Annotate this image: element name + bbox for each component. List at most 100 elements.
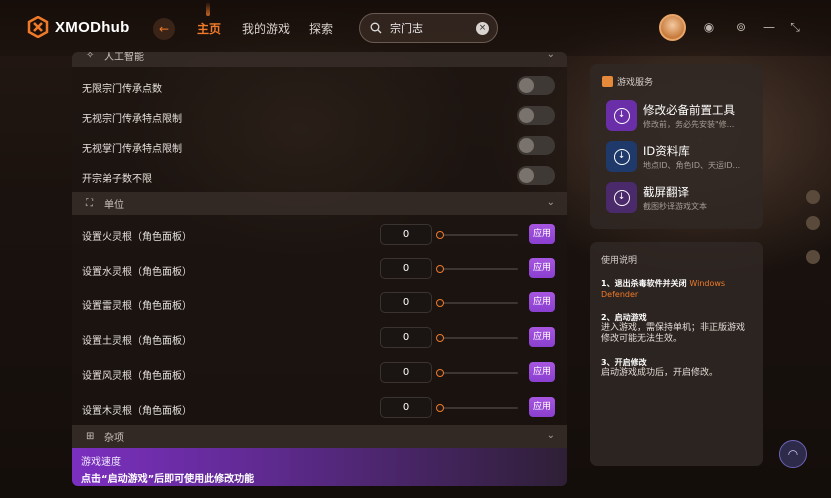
top-bar: XMODhub ← 主页 我的游戏 探索 × ◉ ⊚ — ⤡ <box>0 0 831 56</box>
apply-button[interactable]: 应用 <box>529 327 555 347</box>
section-ai-header[interactable]: ✧ 人工智能 ⌄ <box>72 52 567 67</box>
search-bar: × <box>359 13 498 43</box>
slider-thumb[interactable] <box>436 334 444 342</box>
section-unit-header[interactable]: ⛶ 单位 ⌄ <box>72 192 567 215</box>
service-item-prereq[interactable]: ↓ 修改必备前置工具 修改前，务必先安装"修... <box>606 100 756 132</box>
step-title: 1、退出杀毒软件并关闭 Windows Defender <box>601 278 752 300</box>
tab-my-games[interactable]: 我的游戏 <box>242 20 290 37</box>
app-name: XMODhub <box>55 18 130 36</box>
toggle-switch[interactable] <box>517 136 555 155</box>
notification-icon[interactable]: ◉ <box>702 20 716 34</box>
service-name: 截屏翻译 <box>643 185 689 199</box>
game-speed-banner: 游戏速度 点击“启动游戏”后即可使用此修改功能 <box>72 448 567 486</box>
value-slider[interactable] <box>436 368 518 378</box>
toggle-switch[interactable] <box>517 166 555 185</box>
service-item-screenshot-translate[interactable]: ↓ 截屏翻译 截图秒译游戏文本 <box>606 182 756 214</box>
apply-button[interactable]: 应用 <box>529 292 555 312</box>
value-input[interactable]: 0 <box>380 397 432 418</box>
slider-thumb[interactable] <box>436 404 444 412</box>
toggle-switch[interactable] <box>517 76 555 95</box>
value-input[interactable]: 0 <box>380 362 432 383</box>
value-input[interactable]: 0 <box>380 224 432 245</box>
services-title-label: 游戏服务 <box>617 78 654 88</box>
apply-button[interactable]: 应用 <box>529 258 555 278</box>
chevron-down-icon: ⌄ <box>546 52 555 60</box>
chevron-down-icon: ⌄ <box>546 430 555 441</box>
tab-home[interactable]: 主页 <box>197 20 221 37</box>
slider-label: 设置火灵根（角色面板） <box>82 232 192 243</box>
section-unit-label: 单位 <box>104 200 124 211</box>
side-character-thumb <box>806 190 820 204</box>
service-desc: 截图秒译游戏文本 <box>643 202 707 211</box>
slider-track <box>440 302 518 304</box>
slider-label: 设置风灵根（角色面板） <box>82 371 192 382</box>
service-desc: 修改前，务必先安装"修... <box>643 120 735 129</box>
usage-instructions-panel: 使用说明 1、退出杀毒软件并关闭 Windows Defender 2、启动游戏… <box>590 242 763 466</box>
step-title: 3、开启修改 <box>601 358 647 367</box>
app-logo[interactable]: XMODhub <box>27 16 130 38</box>
slider-label: 设置水灵根（角色面板） <box>82 267 192 278</box>
speed-title: 游戏速度 <box>81 457 121 468</box>
side-character-thumb <box>806 250 820 264</box>
value-slider[interactable] <box>436 333 518 343</box>
toggle-label: 无限宗门传承点数 <box>82 84 162 95</box>
search-icon <box>370 22 382 34</box>
minimize-icon[interactable]: — <box>762 20 776 34</box>
value-input[interactable]: 0 <box>380 292 432 313</box>
slider-track <box>440 372 518 374</box>
close-icon[interactable]: × <box>476 22 489 35</box>
download-icon: ↓ <box>606 182 637 213</box>
value-input[interactable]: 0 <box>380 258 432 279</box>
toggle-knob <box>519 78 534 93</box>
download-ring: ↓ <box>613 107 630 124</box>
slider-thumb[interactable] <box>436 265 444 273</box>
toggle-label: 无视宗门传承特点限制 <box>82 114 182 125</box>
step-title-text: 1、退出杀毒软件并关闭 <box>601 279 687 288</box>
download-icon: ↓ <box>606 100 637 131</box>
value-input[interactable]: 0 <box>380 327 432 348</box>
toggle-knob <box>519 108 534 123</box>
toggle-switch[interactable] <box>517 106 555 125</box>
toggle-knob <box>519 138 534 153</box>
service-item-id-db[interactable]: ↓ ID资料库 地点ID、角色ID、天运ID... <box>606 141 756 173</box>
service-name: 修改必备前置工具 <box>643 103 735 117</box>
apply-button[interactable]: 应用 <box>529 224 555 244</box>
slider-label: 设置土灵根（角色面板） <box>82 336 192 347</box>
game-services-panel: 游戏服务 ↓ 修改必备前置工具 修改前，务必先安装"修... ↓ ID资料库 地… <box>590 64 763 229</box>
service-desc: 地点ID、角色ID、天运ID... <box>643 161 741 170</box>
slider-track <box>440 234 518 236</box>
apply-button[interactable]: 应用 <box>529 397 555 417</box>
value-slider[interactable] <box>436 264 518 274</box>
usage-step: 3、开启修改 启动游戏成功后，开启修改。 <box>601 357 752 379</box>
download-icon: ↓ <box>606 141 637 172</box>
step-body: 进入游戏，需保持单机；非正版游戏修改可能无法生效。 <box>601 323 746 344</box>
apply-button[interactable]: 应用 <box>529 362 555 382</box>
slider-thumb[interactable] <box>436 299 444 307</box>
slider-track <box>440 407 518 409</box>
logo-icon <box>27 16 49 38</box>
slider-thumb[interactable] <box>436 231 444 239</box>
back-button[interactable]: ← <box>153 18 175 40</box>
value-slider[interactable] <box>436 298 518 308</box>
section-misc-header[interactable]: ⊞ 杂项 ⌄ <box>72 425 567 448</box>
settings-icon[interactable]: ⊚ <box>734 20 748 34</box>
value-slider[interactable] <box>436 403 518 413</box>
shrink-icon[interactable]: ⤡ <box>788 20 802 34</box>
usage-step: 1、退出杀毒软件并关闭 Windows Defender <box>601 278 752 300</box>
search-input[interactable] <box>390 21 472 35</box>
active-indicator <box>206 2 210 16</box>
step-title: 2、启动游戏 <box>601 313 647 322</box>
slider-track <box>440 337 518 339</box>
headset-icon[interactable]: ◠ <box>779 440 807 468</box>
usage-title: 使用说明 <box>601 256 638 266</box>
arrow-left-icon: ← <box>158 22 170 36</box>
avatar[interactable] <box>659 14 686 41</box>
slider-thumb[interactable] <box>436 369 444 377</box>
tab-explore[interactable]: 探索 <box>309 20 333 37</box>
usage-step: 2、启动游戏 进入游戏，需保持单机；非正版游戏修改可能无法生效。 <box>601 312 752 345</box>
value-slider[interactable] <box>436 230 518 240</box>
speed-hint: 点击“启动游戏”后即可使用此修改功能 <box>81 474 255 485</box>
slider-label: 设置木灵根（角色面板） <box>82 406 192 417</box>
service-name: ID资料库 <box>643 144 690 158</box>
services-title: 游戏服务 <box>602 75 653 88</box>
